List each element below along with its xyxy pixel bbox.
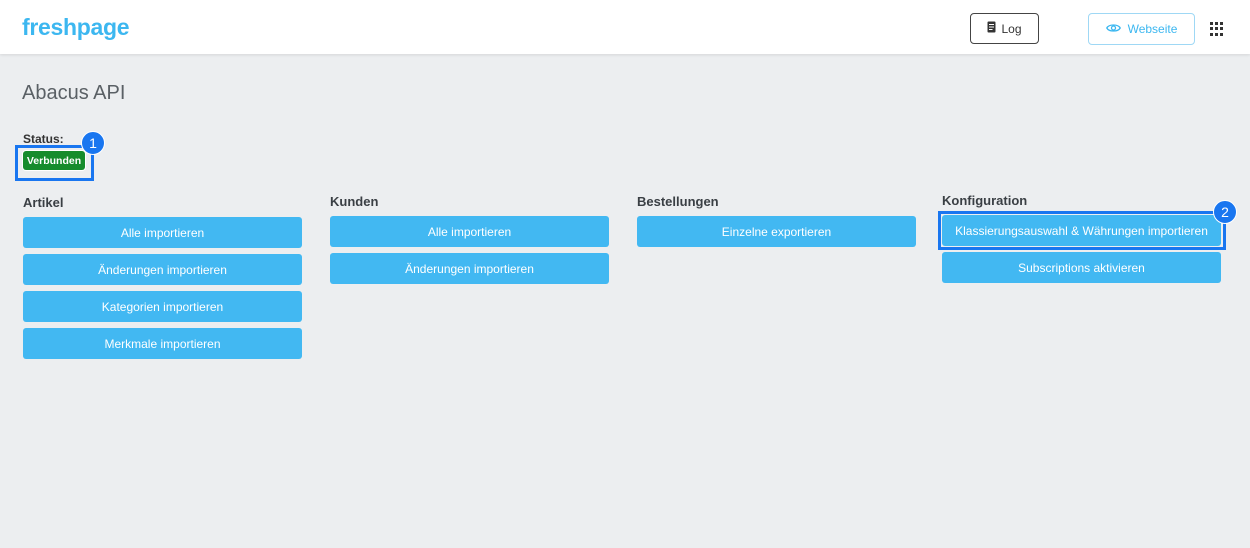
log-button[interactable]: Log — [970, 13, 1039, 44]
kunden-import-all-button[interactable]: Alle importieren — [330, 216, 609, 247]
status-badge: Verbunden — [23, 151, 85, 170]
konfiguration-heading: Konfiguration — [942, 193, 1028, 208]
website-button[interactable]: Webseite — [1088, 13, 1195, 45]
logo[interactable]: freshpage — [22, 14, 130, 41]
step-marker-1: 1 — [81, 131, 105, 155]
status-label: Status: — [23, 132, 64, 146]
grid-icon[interactable] — [1210, 22, 1224, 36]
document-icon — [987, 21, 996, 36]
website-button-label: Webseite — [1127, 22, 1178, 36]
artikel-import-categories-button[interactable]: Kategorien importieren — [23, 291, 302, 322]
kunden-heading: Kunden — [330, 194, 379, 209]
artikel-import-changes-button[interactable]: Änderungen importieren — [23, 254, 302, 285]
bestellungen-export-single-button[interactable]: Einzelne exportieren — [637, 216, 916, 247]
top-bar: freshpage Log Webseite — [0, 0, 1250, 54]
eye-icon — [1105, 22, 1121, 36]
konfiguration-import-classification-currency-button[interactable]: Klassierungsauswahl & Währungen importie… — [942, 215, 1221, 246]
log-button-label: Log — [1001, 21, 1022, 36]
page-title: Abacus API — [22, 82, 126, 104]
artikel-heading: Artikel — [23, 195, 64, 210]
kunden-import-changes-button[interactable]: Änderungen importieren — [330, 253, 609, 284]
artikel-import-all-button[interactable]: Alle importieren — [23, 217, 302, 248]
konfiguration-activate-subscriptions-button[interactable]: Subscriptions aktivieren — [942, 252, 1221, 283]
bestellungen-heading: Bestellungen — [637, 194, 719, 209]
step-marker-2: 2 — [1213, 200, 1237, 224]
artikel-import-features-button[interactable]: Merkmale importieren — [23, 328, 302, 359]
